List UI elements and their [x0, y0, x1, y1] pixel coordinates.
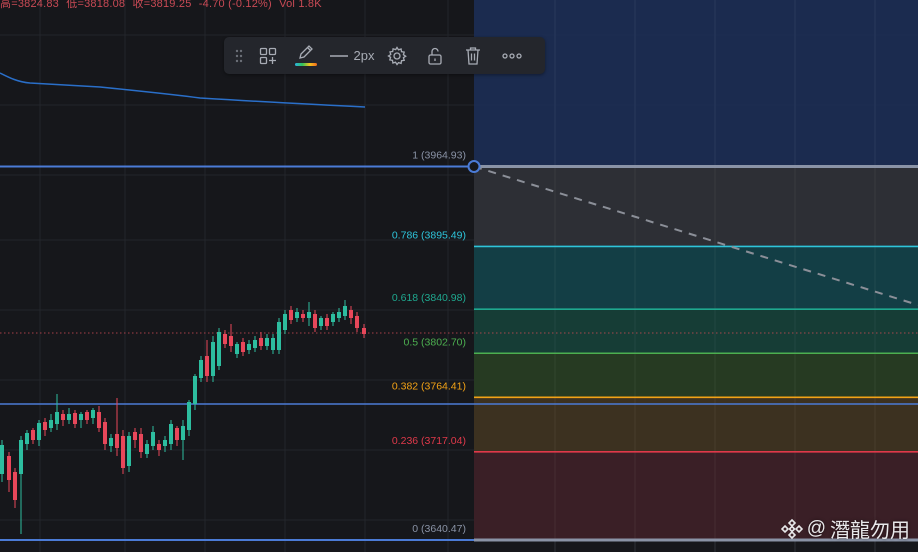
binance-logo-icon [780, 518, 803, 539]
more-icon[interactable] [492, 37, 532, 74]
candle-body [277, 322, 281, 350]
candle-body [151, 432, 155, 446]
fib-label-0.786: 0.786 (3895.49) [392, 229, 466, 241]
anchor-handle [467, 160, 481, 173]
candle-body [271, 338, 275, 350]
candle-body [49, 420, 53, 428]
candle-body [331, 314, 335, 322]
close-value: 收=3819.25 [132, 0, 192, 10]
candle-body [307, 312, 311, 318]
candle-body [7, 456, 11, 480]
candle-body [79, 414, 83, 420]
candle-body [67, 414, 71, 420]
settings-icon[interactable] [378, 37, 416, 74]
fib-label-0.382: 0.382 (3764.41) [392, 380, 466, 392]
fib-zone-0.5 [474, 353, 918, 398]
watermark-at: @ [806, 517, 826, 539]
change-value: -4.70 (-0.12%) [198, 0, 272, 10]
candle-body [55, 412, 59, 424]
price-chart[interactable]: 1 (3964.93) 0.786 (3895.49) 0.618 (3840.98… [0, 0, 918, 552]
line-style-icon[interactable]: 2px [326, 37, 378, 74]
candle-body [289, 310, 293, 320]
candle-body [133, 432, 137, 440]
candle-body [31, 430, 35, 440]
candle-body [295, 312, 299, 318]
candle-body [43, 422, 47, 430]
candle-body [313, 314, 317, 328]
candle-body [199, 360, 203, 378]
candle-body [265, 338, 269, 346]
candle-body [127, 436, 131, 466]
open-value: 高=3824.83 [0, 0, 59, 10]
add-template-icon[interactable] [250, 37, 286, 74]
candle-body [229, 336, 233, 346]
candle-body [169, 424, 173, 444]
candle-body [163, 440, 167, 446]
fib-zones [474, 0, 918, 552]
fib-label-0.236: 0.236 (3717.04) [392, 435, 466, 447]
candle-body [337, 312, 341, 318]
volume-value: Vol 1.8K [279, 0, 322, 10]
drag-handle-icon[interactable] [228, 37, 250, 74]
candle-body [205, 356, 209, 376]
candle-body [97, 412, 101, 428]
candle-body [211, 342, 215, 376]
candle-body [61, 414, 65, 420]
fib-label-1: 1 (3964.93) [412, 150, 466, 162]
candle-body [121, 436, 125, 468]
candle-body [259, 338, 263, 346]
line-width-label: 2px [353, 48, 375, 63]
candle-body [181, 426, 185, 440]
candle-body [115, 434, 119, 448]
candle-body [73, 413, 77, 424]
candle-body [253, 340, 257, 348]
candle-body [175, 428, 179, 440]
fib-label-0: 0 (3640.47) [412, 523, 466, 535]
candle-body [241, 342, 245, 352]
candle-body [235, 344, 239, 354]
candle-body [301, 314, 305, 318]
candle-body [319, 318, 323, 326]
fib-label-0.5: 0.5 (3802.70) [404, 336, 466, 348]
candle-body [91, 410, 95, 418]
fib-zone-0.382 [474, 397, 918, 452]
fib-zone-0.786 [474, 246, 918, 310]
candle-body [283, 314, 287, 330]
ohlc-readout: 高=3824.83 低=3818.08 收=3819.25 -4.70 (-0.… [0, 0, 326, 11]
candle-body [217, 332, 221, 366]
candle-body [103, 422, 107, 444]
candle-body [343, 306, 347, 316]
fib-label-0.618: 0.618 (3840.98) [392, 292, 466, 304]
fib-zone-1 [474, 166, 918, 247]
candle-body [349, 310, 353, 318]
candle-body [157, 444, 161, 450]
chart-window: 1 (3964.93) 0.786 (3895.49) 0.618 (3840.98… [0, 0, 918, 552]
candle-body [325, 318, 329, 326]
candle-body [187, 402, 191, 430]
candle-body [355, 316, 359, 328]
candle-body [19, 440, 23, 474]
candle-body [139, 434, 143, 452]
candle-body [145, 444, 149, 454]
candle-body [362, 328, 366, 334]
watermark: @ 潛龍勿用 [780, 514, 910, 543]
candle-body [109, 438, 113, 446]
candle-body [37, 423, 41, 440]
candle-body [193, 376, 197, 404]
candle-body [85, 412, 89, 420]
candle-body [0, 445, 4, 474]
candle-body [25, 433, 29, 444]
pencil-icon[interactable] [286, 37, 326, 74]
trash-icon[interactable] [454, 37, 492, 74]
unlock-icon[interactable] [416, 37, 454, 74]
low-value: 低=3818.08 [66, 0, 126, 10]
candle-body [13, 472, 17, 500]
candle-body [223, 334, 227, 344]
fib-zone-0.618 [474, 309, 918, 354]
zone-above-1 [474, 0, 918, 167]
candle-body [247, 344, 251, 350]
watermark-name: 潛龍勿用 [830, 520, 910, 542]
drawing-toolbar: 2px [224, 37, 545, 74]
